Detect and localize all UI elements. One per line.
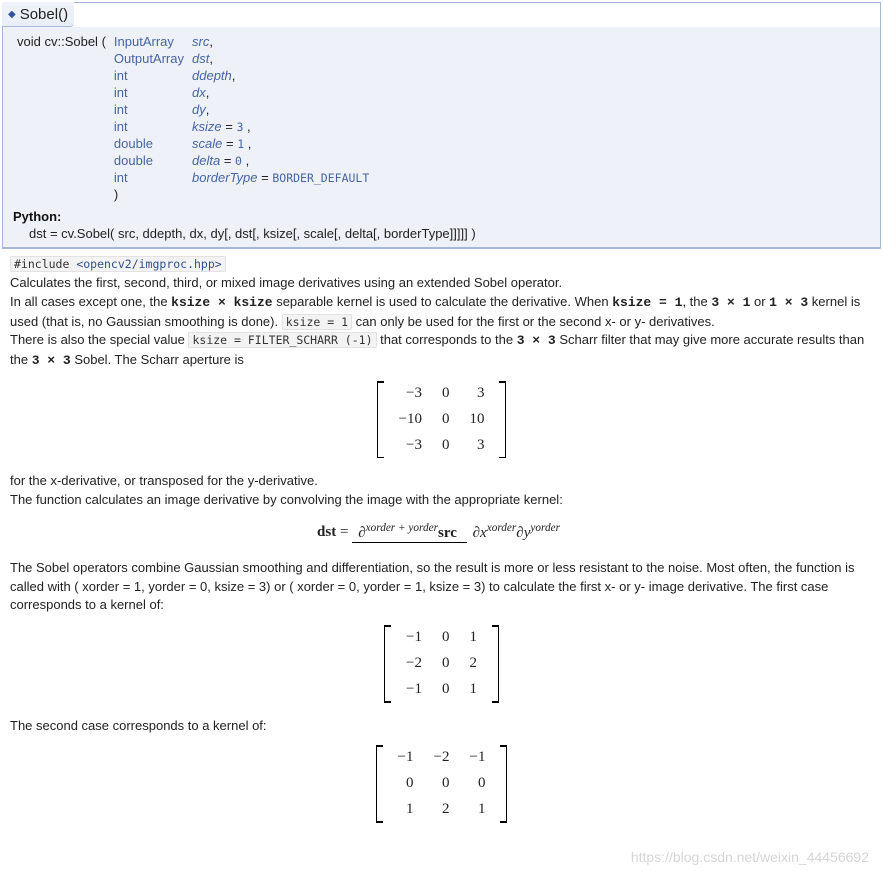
- watermark: https://blog.csdn.net/weixin_44456692: [631, 849, 869, 865]
- description: #include <opencv2/imgproc.hpp> Calculate…: [2, 251, 881, 845]
- desc-line: The function calculates an image derivat…: [10, 491, 873, 510]
- derivative-formula: dst = ∂xorder + yordersrc ∂xxorder∂yyord…: [10, 520, 873, 545]
- desc-line: for the x-derivative, or transposed for …: [10, 472, 873, 491]
- desc-line: Calculates the first, second, third, or …: [10, 274, 873, 293]
- function-title: Sobel(): [20, 6, 68, 23]
- anchor-icon[interactable]: ◆: [8, 9, 16, 20]
- prototype-box: void cv::Sobel (InputArraysrc,OutputArra…: [3, 27, 880, 248]
- desc-line: There is also the special value ksize = …: [10, 331, 873, 371]
- desc-line: The second case corresponds to a kernel …: [10, 717, 873, 736]
- sobel-y-matrix: −1−2−1000121: [10, 745, 873, 822]
- cpp-signature: void cv::Sobel (InputArraysrc,OutputArra…: [13, 33, 373, 203]
- desc-line: The Sobel operators combine Gaussian smo…: [10, 559, 873, 616]
- code-filter-scharr: ksize = FILTER_SCHARR (-1): [188, 332, 376, 348]
- sobel-x-matrix: −101−202−101: [10, 625, 873, 702]
- member-header: ◆ Sobel(): [2, 2, 74, 27]
- desc-line: In all cases except one, the ksize × ksi…: [10, 293, 873, 332]
- python-label: Python:: [13, 209, 870, 224]
- code-ksize1: ksize = 1: [282, 314, 352, 330]
- python-signature: dst = cv.Sobel( src, ddepth, dx, dy[, ds…: [13, 226, 870, 241]
- include-directive: #include <opencv2/imgproc.hpp>: [10, 256, 226, 272]
- scharr-matrix: −303−10010−303: [10, 381, 873, 458]
- member-item: ◆ Sobel() void cv::Sobel (InputArraysrc,…: [2, 2, 881, 249]
